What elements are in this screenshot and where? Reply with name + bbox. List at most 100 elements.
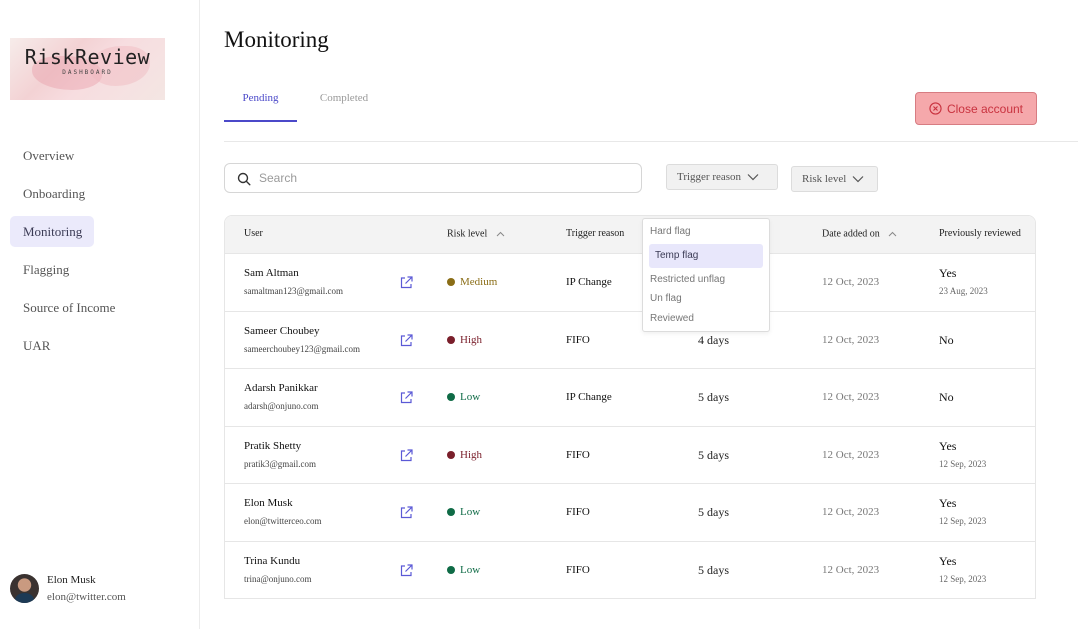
- dropdown-option-hard-flag[interactable]: Hard flag: [650, 226, 691, 237]
- risk-level-filter-label: Risk level: [802, 173, 847, 185]
- risk-label: High: [460, 334, 482, 346]
- page-title: Monitoring: [224, 27, 329, 52]
- time-since-trigger: 5 days: [698, 448, 729, 462]
- previously-reviewed: Yes: [939, 554, 957, 568]
- risk-dot: [447, 566, 455, 574]
- risk-badge: Medium: [447, 276, 497, 288]
- user-email: samaltman123@gmail.com: [244, 286, 344, 296]
- brand-name: RiskReview: [24, 45, 151, 69]
- sidebar-item-uar[interactable]: UAR: [10, 330, 94, 361]
- profile-email: elon@twitter.com: [47, 591, 126, 603]
- risk-label: Low: [460, 391, 481, 403]
- user-email: sameerchoubey123@gmail.com: [244, 344, 361, 354]
- risk-dot: [447, 451, 455, 459]
- sidebar: RiskReview DASHBOARD Overview Onboarding…: [0, 0, 200, 629]
- date-added: 12 Oct, 2023: [822, 276, 880, 288]
- dropdown-option-reviewed[interactable]: Reviewed: [650, 313, 694, 324]
- table-row[interactable]: Sameer Choubey sameerchoubey123@gmail.co…: [225, 311, 1035, 369]
- external-link-icon[interactable]: [399, 505, 414, 520]
- dropdown-option-un-flag[interactable]: Un flag: [650, 293, 682, 304]
- header-risk-level[interactable]: Risk level: [447, 228, 506, 240]
- risk-level-filter[interactable]: Risk level: [791, 166, 878, 192]
- user-name: Adarsh Panikkar: [244, 382, 318, 394]
- table-header: User Risk level Trigger reason Date adde…: [225, 216, 1035, 253]
- tab-completed[interactable]: Completed: [309, 84, 379, 122]
- table-row[interactable]: Elon Musk elon@twitterceo.com Low FIFO 5…: [225, 483, 1035, 541]
- close-account-button[interactable]: Close account: [915, 92, 1037, 125]
- dropdown-option-restricted-unflag[interactable]: Restricted unflag: [650, 274, 725, 285]
- time-since-trigger: 5 days: [698, 390, 729, 404]
- user-email: adarsh@onjuno.com: [244, 401, 319, 411]
- table-row[interactable]: Adarsh Panikkar adarsh@onjuno.com Low IP…: [225, 368, 1035, 426]
- search-input[interactable]: [259, 165, 629, 191]
- trigger-reason: FIFO: [566, 564, 590, 576]
- user-email: pratik3@gmail.com: [244, 459, 317, 469]
- sort-icon[interactable]: [887, 228, 898, 240]
- header-previously-reviewed: Previously reviewed: [939, 228, 1021, 239]
- header-user: User: [244, 228, 263, 239]
- risk-dot: [447, 336, 455, 344]
- previously-reviewed: Yes: [939, 439, 957, 453]
- risk-label: Medium: [460, 276, 498, 288]
- trigger-reason: FIFO: [566, 449, 590, 461]
- avatar: [10, 574, 39, 603]
- close-circle-icon: [929, 102, 942, 115]
- user-email: trina@onjuno.com: [244, 574, 312, 584]
- user-name: Trina Kundu: [244, 555, 301, 567]
- table-row[interactable]: Sam Altman samaltman123@gmail.com Medium…: [225, 253, 1035, 311]
- monitoring-table: User Risk level Trigger reason Date adde…: [224, 215, 1036, 599]
- search-icon: [237, 172, 251, 186]
- previously-reviewed: No: [939, 333, 954, 347]
- risk-badge: Low: [447, 564, 480, 576]
- risk-badge: High: [447, 449, 482, 461]
- tab-pending[interactable]: Pending: [224, 84, 297, 122]
- table-row[interactable]: Pratik Shetty pratik3@gmail.com High FIF…: [225, 426, 1035, 484]
- chevron-down-icon: [852, 176, 864, 183]
- user-name: Sam Altman: [244, 267, 299, 279]
- user-name: Pratik Shetty: [244, 440, 302, 452]
- reviewed-date: 23 Aug, 2023: [939, 286, 988, 296]
- trigger-reason: IP Change: [566, 391, 612, 403]
- previously-reviewed: Yes: [939, 266, 957, 280]
- external-link-icon[interactable]: [399, 448, 414, 463]
- sort-icon[interactable]: [495, 228, 506, 240]
- reviewed-date: 12 Sep, 2023: [939, 459, 987, 469]
- header-trigger-reason: Trigger reason: [566, 228, 625, 239]
- external-link-icon[interactable]: [399, 563, 414, 578]
- dropdown-option-temp-flag[interactable]: Temp flag: [649, 244, 763, 268]
- risk-dot: [447, 508, 455, 516]
- close-account-label: Close account: [946, 101, 1024, 116]
- sidebar-item-source-of-income[interactable]: Source of Income: [10, 292, 115, 323]
- user-name: Sameer Choubey: [244, 325, 320, 337]
- header-date-added-label: Date added on: [822, 228, 880, 240]
- sidebar-item-flagging[interactable]: Flagging: [10, 254, 94, 285]
- trigger-reason-filter-label: Trigger reason: [677, 171, 742, 183]
- time-since-trigger: 4 days: [698, 333, 729, 347]
- sidebar-item-monitoring[interactable]: Monitoring: [10, 216, 94, 247]
- external-link-icon[interactable]: [399, 390, 414, 405]
- chevron-down-icon: [747, 174, 759, 181]
- trigger-reason: FIFO: [566, 334, 590, 346]
- date-added: 12 Oct, 2023: [822, 449, 880, 461]
- reviewed-date: 12 Sep, 2023: [939, 516, 987, 526]
- date-added: 12 Oct, 2023: [822, 506, 880, 518]
- sidebar-item-onboarding[interactable]: Onboarding: [10, 178, 94, 209]
- header-risk-level-label: Risk level: [447, 228, 488, 240]
- header-date-added[interactable]: Date added on: [822, 228, 898, 240]
- risk-badge: High: [447, 334, 482, 346]
- tabs-divider: [224, 141, 1078, 142]
- sidebar-item-overview[interactable]: Overview: [10, 140, 94, 171]
- profile-name: Elon Musk: [47, 574, 96, 586]
- external-link-icon[interactable]: [399, 275, 414, 290]
- brand-tagline: DASHBOARD: [62, 69, 113, 76]
- previously-reviewed: Yes: [939, 496, 957, 510]
- brand-logo[interactable]: RiskReview DASHBOARD: [10, 38, 165, 100]
- user-profile[interactable]: Elon Musk elon@twitter.com: [10, 573, 190, 607]
- external-link-icon[interactable]: [399, 333, 414, 348]
- previously-reviewed: No: [939, 390, 954, 404]
- time-since-trigger: 5 days: [698, 505, 729, 519]
- trigger-reason-filter[interactable]: Trigger reason: [666, 164, 778, 190]
- table-row[interactable]: Trina Kundu trina@onjuno.com Low FIFO 5 …: [225, 541, 1035, 598]
- risk-label: High: [460, 449, 482, 461]
- date-added: 12 Oct, 2023: [822, 564, 880, 576]
